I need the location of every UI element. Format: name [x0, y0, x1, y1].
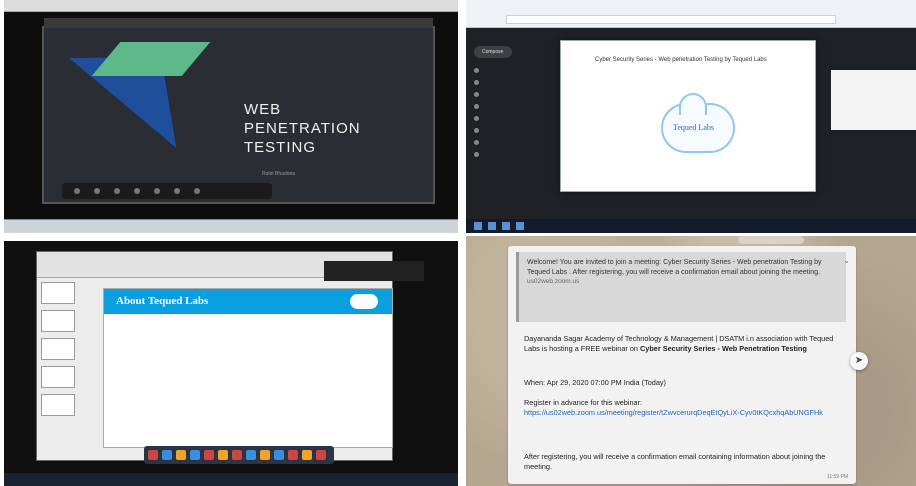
- webinar-title: Cyber Security Series - Web Penetration …: [640, 344, 807, 353]
- app-icon[interactable]: [246, 450, 256, 460]
- zoom-icon[interactable]: [134, 188, 140, 194]
- slide-thumbnail[interactable]: [41, 394, 75, 416]
- app-icon[interactable]: [204, 450, 214, 460]
- slide-title: WEB PENETRATION TESTING: [244, 101, 361, 156]
- message-footer: After registering, you will receive a co…: [524, 452, 826, 471]
- app-icon[interactable]: [162, 450, 172, 460]
- folder-item[interactable]: [474, 126, 544, 135]
- next-icon[interactable]: [94, 188, 100, 194]
- app-icon[interactable]: [302, 450, 312, 460]
- editor-window: About Tequed Labs: [36, 251, 393, 461]
- send-icon: [474, 104, 479, 109]
- dark-panel: [324, 261, 424, 281]
- register-link[interactable]: https://us02web.zoom.us/meeting/register…: [524, 408, 823, 417]
- start-icon[interactable]: [474, 222, 482, 230]
- mail-sidebar: Compose: [466, 28, 544, 218]
- star-icon: [474, 80, 479, 85]
- register-label: Register in advance for this webinar:: [524, 398, 643, 407]
- chat-message[interactable]: Welcome! You are invited to join a meeti…: [508, 246, 856, 484]
- taskbar: [4, 473, 458, 486]
- browser-toolbar: [466, 0, 916, 28]
- slide-thumbnail[interactable]: [41, 366, 75, 388]
- slide-controls[interactable]: [62, 183, 272, 199]
- address-bar[interactable]: [506, 15, 836, 24]
- link-preview[interactable]: Welcome! You are invited to join a meeti…: [516, 252, 846, 322]
- slide-thumbnails: [41, 282, 81, 452]
- slide-thumbnail[interactable]: [41, 338, 75, 360]
- screenshot-collage: WEB PENETRATION TESTING Rohit Bhadoria C…: [0, 0, 916, 486]
- logo-name: Tequed Labs: [673, 123, 714, 132]
- app-icon[interactable]: [176, 450, 186, 460]
- slide-thumbnail[interactable]: [41, 310, 75, 332]
- email-screen: Compose Cyber Security Series - Web pene…: [466, 0, 916, 233]
- preview-text: Welcome! You are invited to join a meeti…: [527, 259, 822, 276]
- windows-taskbar: [466, 219, 916, 233]
- app-icon[interactable]: [288, 450, 298, 460]
- email-window: Cyber Security Series - Web penetration …: [560, 40, 816, 192]
- app-icon[interactable]: [190, 450, 200, 460]
- slide-canvas: About Tequed Labs: [103, 288, 393, 448]
- folder-item[interactable]: [474, 66, 544, 75]
- slide-thumbnail[interactable]: [41, 282, 75, 304]
- chat-screen: Welcome! You are invited to join a meeti…: [466, 236, 916, 486]
- app-icon[interactable]: [148, 450, 158, 460]
- message-intro: Dayananda Sagar Academy of Technology & …: [524, 334, 842, 354]
- preview-domain: us02web.zoom.us: [527, 278, 580, 285]
- app-icon[interactable]: [232, 450, 242, 460]
- chevron-down-icon[interactable]: ⌄: [843, 256, 850, 265]
- date-pill: [738, 236, 804, 244]
- blue-shape: [69, 12, 215, 148]
- pointer-icon[interactable]: [174, 188, 180, 194]
- register-link-wrap: https://us02web.zoom.us/meeting/register…: [524, 408, 842, 418]
- clock-icon: [474, 92, 479, 97]
- folder-item[interactable]: [474, 138, 544, 147]
- app-icon[interactable]: [274, 450, 284, 460]
- slide-editor-screen: About Tequed Labs: [4, 241, 458, 486]
- app-icon[interactable]: [218, 450, 228, 460]
- label-icon: [474, 128, 479, 133]
- folder-item[interactable]: [474, 90, 544, 99]
- pen-icon[interactable]: [114, 188, 120, 194]
- tequed-labs-logo: Tequed Labs: [661, 93, 735, 153]
- more-icon[interactable]: [194, 188, 200, 194]
- dock: [144, 446, 334, 464]
- compose-button[interactable]: Compose: [474, 46, 512, 58]
- folder-item[interactable]: [474, 78, 544, 87]
- inbox-icon: [474, 68, 479, 73]
- webinar-time: When: Apr 29, 2020 07:00 PM India (Today…: [524, 378, 666, 387]
- email-subject: Cyber Security Series - Web penetration …: [595, 57, 767, 63]
- cloud-icon: [679, 93, 707, 115]
- app-icon[interactable]: [316, 450, 326, 460]
- app-icon[interactable]: [260, 450, 270, 460]
- app-icon[interactable]: [488, 222, 496, 230]
- cloud-logo: [350, 294, 378, 309]
- menu-bar: [4, 0, 458, 12]
- grid-icon[interactable]: [154, 188, 160, 194]
- draft-icon: [474, 116, 479, 121]
- folder-item[interactable]: [474, 114, 544, 123]
- side-panel: [831, 70, 916, 130]
- folder-item[interactable]: [474, 150, 544, 159]
- forward-icon[interactable]: ➤: [850, 352, 868, 370]
- prev-icon[interactable]: [74, 188, 80, 194]
- taskbar: [4, 219, 458, 233]
- slide-header: About Tequed Labs: [104, 289, 392, 314]
- slide-window: WEB PENETRATION TESTING Rohit Bhadoria: [42, 12, 435, 204]
- folder-item[interactable]: [474, 102, 544, 111]
- label-icon: [474, 152, 479, 157]
- app-icon[interactable]: [516, 222, 524, 230]
- presenter-name: Rohit Bhadoria: [262, 171, 296, 177]
- message-time: 11:59 PM: [826, 474, 848, 480]
- app-icon[interactable]: [502, 222, 510, 230]
- presentation-screen: WEB PENETRATION TESTING Rohit Bhadoria: [4, 0, 458, 233]
- label-icon: [474, 140, 479, 145]
